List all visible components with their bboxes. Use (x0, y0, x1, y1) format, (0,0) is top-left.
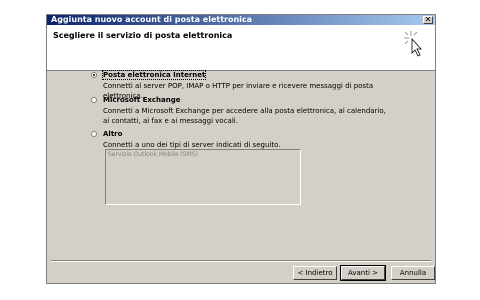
radio-microsoft-exchange[interactable] (91, 97, 97, 103)
account-wizard-dialog: Aggiunta nuovo account di posta elettron… (46, 14, 436, 284)
cancel-button[interactable]: Annulla (391, 266, 435, 280)
option-description: Connetti a Microsoft Exchange per accede… (103, 107, 386, 125)
title-bar: Aggiunta nuovo account di posta elettron… (47, 15, 435, 25)
server-type-list[interactable]: Servizio Outlook Mobile (SMS) (105, 149, 301, 205)
back-button[interactable]: < Indietro (293, 266, 337, 280)
list-item[interactable]: Servizio Outlook Mobile (SMS) (108, 151, 198, 158)
wizard-header: Scegliere il servizio di posta elettroni… (47, 25, 435, 71)
next-button[interactable]: Avanti > (341, 266, 385, 280)
option-label[interactable]: Altro (103, 130, 122, 138)
radio-internet-email[interactable] (91, 72, 97, 78)
page-title: Scegliere il servizio di posta elettroni… (53, 31, 233, 40)
option-label[interactable]: Microsoft Exchange (103, 96, 180, 104)
radio-other[interactable] (91, 131, 97, 137)
close-button[interactable]: ✕ (423, 16, 433, 24)
option-label[interactable]: Posta elettronica Internet (101, 70, 207, 80)
wizard-cursor-icon (404, 31, 422, 57)
footer-divider (51, 260, 431, 262)
window-title: Aggiunta nuovo account di posta elettron… (51, 15, 253, 24)
